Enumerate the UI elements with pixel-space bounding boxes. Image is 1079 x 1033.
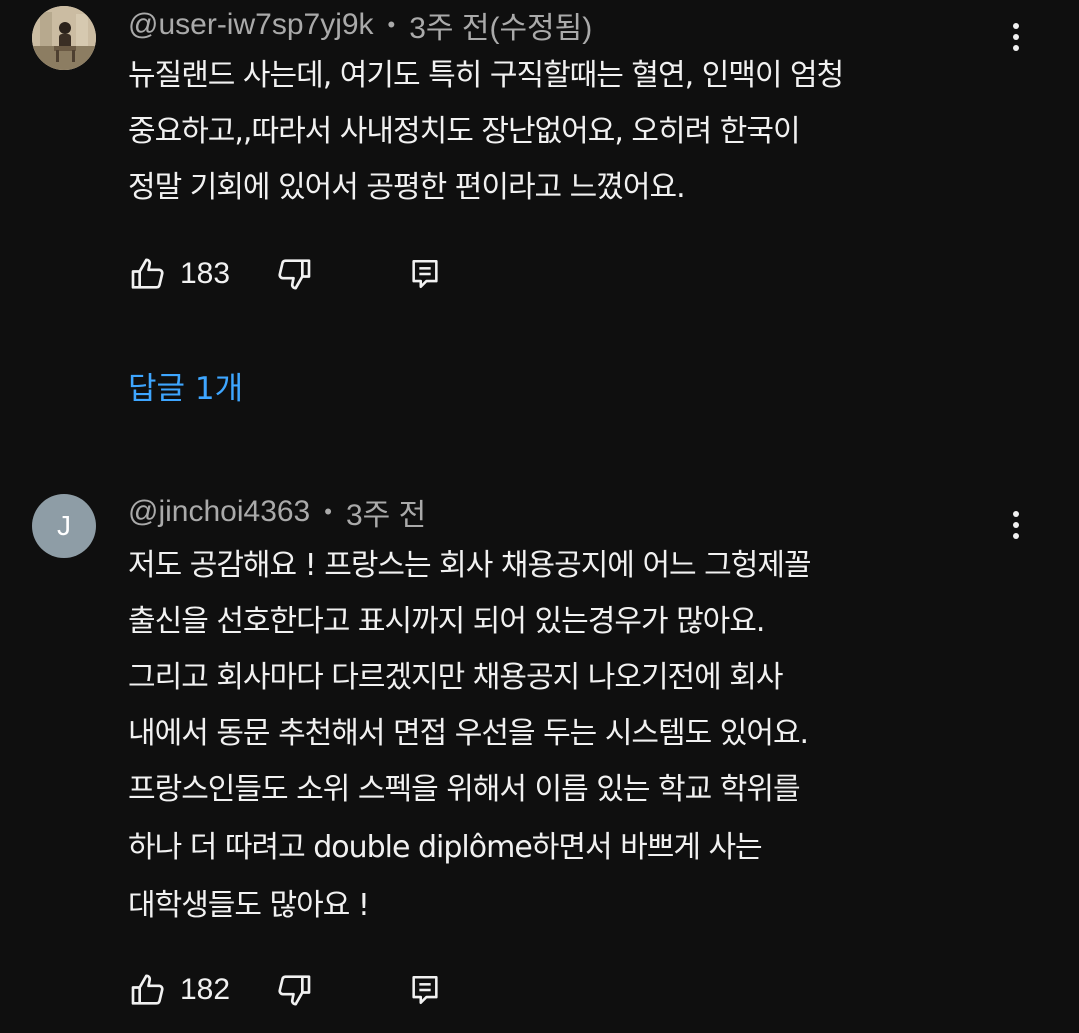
meta-separator: • — [324, 499, 332, 524]
thumbs-down-icon — [278, 975, 311, 1006]
avatar[interactable] — [32, 6, 96, 70]
view-replies-link[interactable]: 답글 1개 — [128, 366, 243, 412]
dislike-button[interactable] — [274, 968, 314, 1012]
thumbs-down-icon — [278, 259, 311, 290]
comment-time[interactable]: 3주 전(수정됨) — [409, 3, 592, 47]
comment-meta: @jinchoi4363 • 3주 전 — [128, 492, 426, 532]
like-button[interactable]: 183 — [128, 252, 230, 296]
like-button[interactable]: 182 — [128, 968, 230, 1012]
meta-separator: • — [387, 12, 396, 37]
comment-actions: 182 — [128, 968, 468, 1012]
comment-line: 내에서 동문 추천해서 면접 우선을 두는 시스템도 있어요. — [128, 716, 809, 751]
comment-actions: 183 — [128, 252, 468, 296]
reply-button[interactable] — [408, 968, 442, 1012]
comment-line: 중요하고,,따라서 사내정치도 장난없어요, 오히려 한국이 — [128, 114, 801, 149]
comment-line: 뉴질랜드 사는데, 여기도 특히 구직할때는 혈연, 인맥이 엄청 — [128, 58, 844, 93]
comment-line: 출신을 선호한다고 표시까지 되어 있는경우가 많아요. — [128, 604, 765, 639]
reply-comment-icon — [412, 259, 438, 289]
comment-meta: @user-iw7sp7yj9k • 3주 전(수정됨) — [128, 5, 592, 45]
more-vertical-icon[interactable] — [1004, 505, 1028, 545]
comment-line: 정말 기회에 있어서 공평한 편이라고 느꼈어요. — [128, 170, 686, 205]
reply-button[interactable] — [408, 252, 442, 296]
comment-line: 프랑스인들도 소위 스펙을 위해서 이름 있는 학교 학위를 — [128, 772, 801, 807]
reply-comment-icon — [412, 975, 438, 1005]
comment-line: 그리고 회사마다 다르겠지만 채용공지 나오기전에 회사 — [128, 660, 783, 695]
dislike-button[interactable] — [274, 252, 314, 296]
avatar-letter: J — [57, 510, 71, 541]
avatar-photo-image — [32, 6, 96, 70]
avatar[interactable]: J — [32, 494, 96, 558]
like-count: 183 — [180, 257, 231, 290]
comment-line: 하나 더 따려고 double diplôme하면서 바쁘게 사는 — [128, 830, 763, 865]
comment-line: 대학생들도 많아요 ! — [128, 888, 370, 923]
thumbs-up-icon — [131, 258, 164, 289]
comment-line: 저도 공감해요 ! 프랑스는 회사 채용공지에 어느 그헝제꼴 — [128, 548, 812, 583]
more-vertical-icon[interactable] — [1004, 17, 1028, 57]
comment-time[interactable]: 3주 전 — [346, 490, 426, 534]
author-name[interactable]: @user-iw7sp7yj9k — [128, 8, 374, 42]
thumbs-up-icon — [131, 974, 164, 1005]
like-count: 182 — [180, 973, 231, 1006]
author-name[interactable]: @jinchoi4363 — [128, 495, 310, 529]
